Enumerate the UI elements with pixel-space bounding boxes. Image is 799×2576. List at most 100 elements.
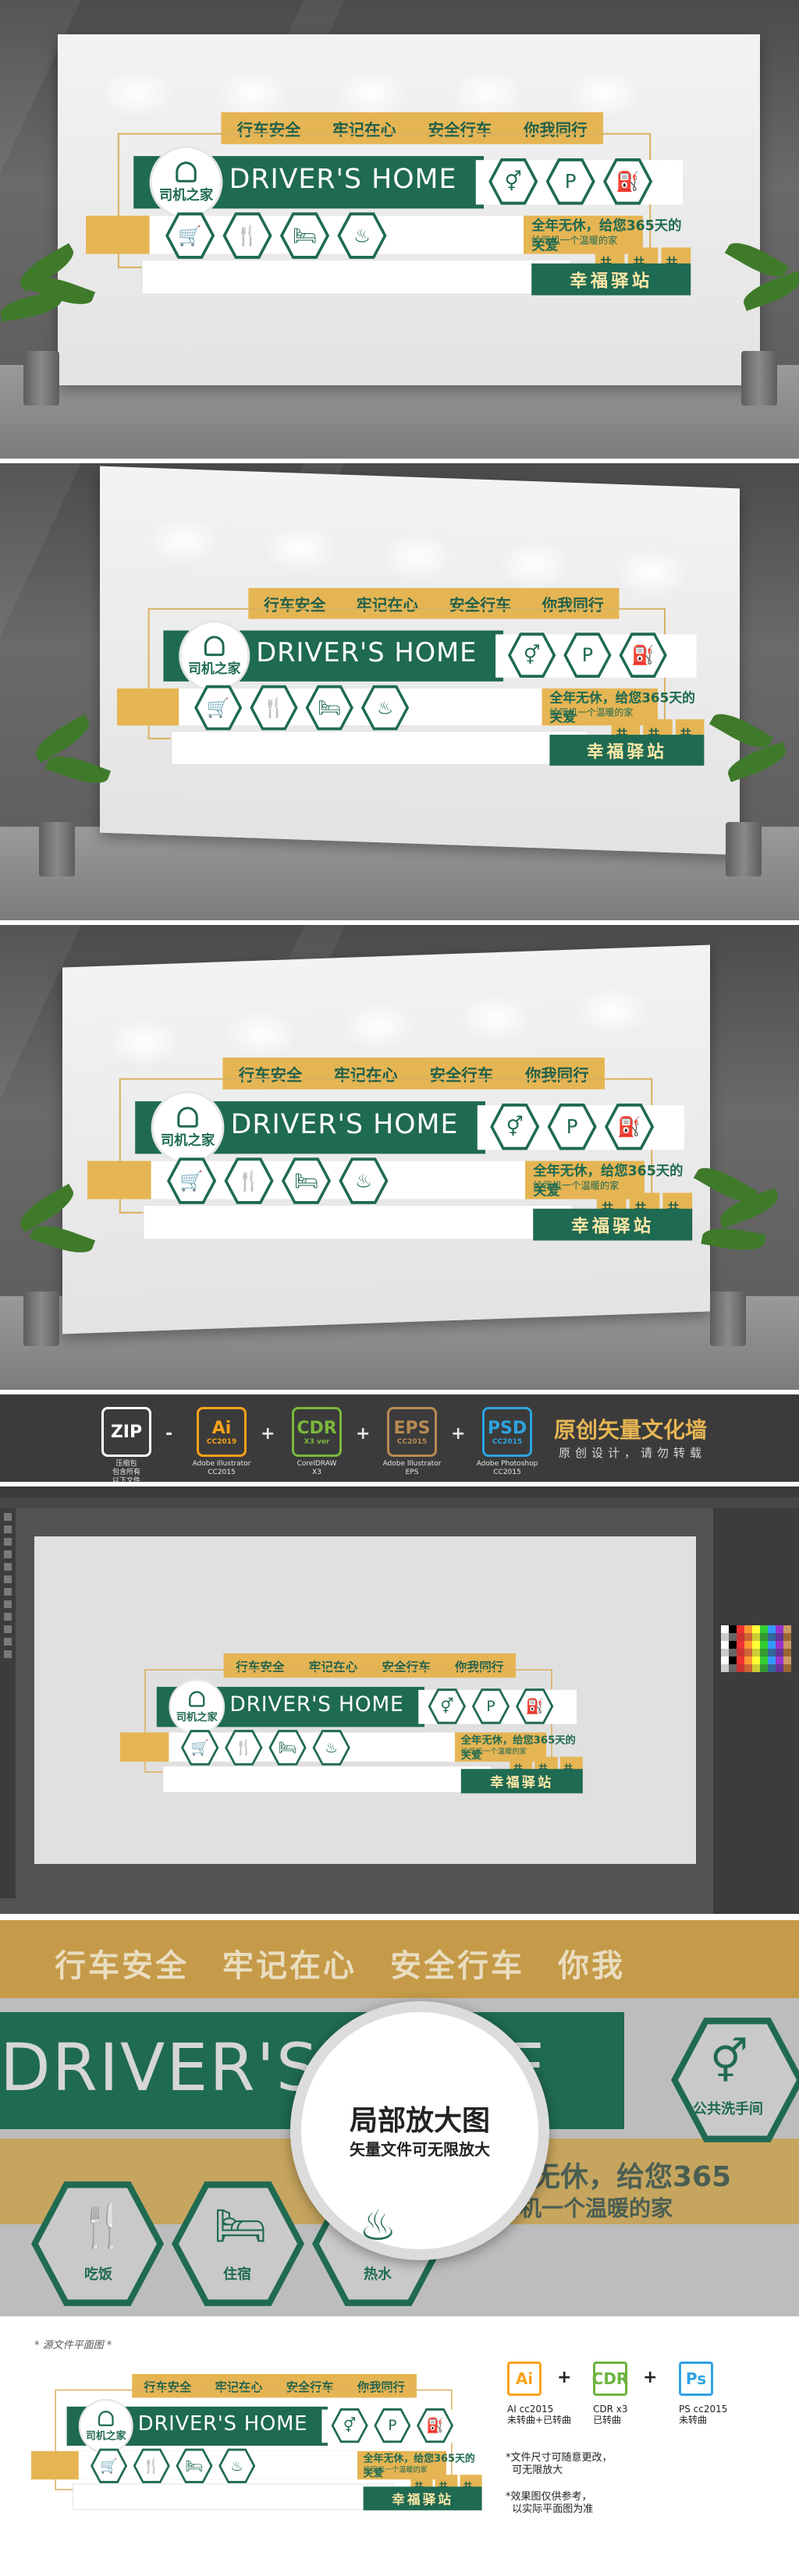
bottom-band — [143, 1204, 574, 1240]
brand-title: DRIVER'S HOME — [256, 637, 478, 668]
artboard[interactable]: 行车安全 牢记在心 安全行车 你我同行 DRIVER'S HOME 司机之家 全年无休，给您… — [34, 1536, 696, 1864]
color-swatch[interactable] — [752, 1633, 760, 1641]
color-swatch[interactable] — [776, 1641, 783, 1649]
color-swatch[interactable] — [776, 1633, 783, 1641]
plus-operator: + — [557, 2368, 572, 2387]
color-swatch[interactable] — [768, 1649, 776, 1657]
rotate-tool-icon[interactable] — [4, 1588, 12, 1596]
format-caption: Adobe Illustrator CC2015 — [192, 1460, 251, 1476]
color-swatch[interactable] — [760, 1657, 768, 1664]
color-swatch[interactable] — [737, 1633, 744, 1641]
color-swatch[interactable] — [768, 1657, 776, 1664]
bed-icon: 🛏 — [185, 2457, 204, 2475]
color-swatch[interactable] — [721, 1649, 729, 1657]
pen-tool-icon[interactable] — [4, 1538, 12, 1546]
color-swatch[interactable] — [752, 1641, 760, 1649]
type-tool-icon[interactable] — [4, 1550, 12, 1558]
software-caption: PS cc2015 未转曲 — [679, 2404, 728, 2425]
swatches-panel[interactable] — [713, 1508, 799, 1914]
color-swatch[interactable] — [776, 1649, 783, 1657]
color-swatch[interactable] — [768, 1625, 776, 1633]
direct-select-tool-icon[interactable] — [4, 1525, 12, 1533]
restroom-icon: ⚥ — [523, 644, 541, 666]
color-swatch[interactable] — [752, 1664, 760, 1672]
selection-tool-icon[interactable] — [4, 1513, 12, 1521]
color-swatch[interactable] — [783, 1633, 791, 1641]
restroom-icon: ⚥ — [506, 1115, 524, 1139]
color-swatch[interactable] — [729, 1633, 737, 1641]
color-swatch[interactable] — [737, 1649, 744, 1657]
parking-icon: P — [486, 1697, 495, 1715]
color-swatch[interactable] — [721, 1664, 729, 1672]
gradient-tool-icon[interactable] — [4, 1613, 12, 1621]
color-swatch[interactable] — [783, 1664, 791, 1672]
color-swatch[interactable] — [744, 1641, 752, 1649]
tools-panel[interactable] — [0, 1508, 16, 1898]
format-name: ZIP — [110, 1422, 143, 1442]
color-swatch[interactable] — [737, 1625, 744, 1633]
color-swatch[interactable] — [729, 1625, 737, 1633]
eyedropper-tool-icon[interactable] — [4, 1625, 12, 1633]
color-swatch[interactable] — [752, 1625, 760, 1633]
hand-tool-icon[interactable] — [4, 1638, 12, 1646]
color-swatch[interactable] — [760, 1641, 768, 1649]
color-swatch[interactable] — [744, 1664, 752, 1672]
color-swatch[interactable] — [783, 1625, 791, 1633]
color-swatch[interactable] — [729, 1641, 737, 1649]
color-swatch[interactable] — [760, 1649, 768, 1657]
fuel-icon: ⛽ — [525, 1697, 544, 1715]
bed-label: 住宿 — [223, 2266, 251, 2283]
color-swatch[interactable] — [721, 1625, 729, 1633]
color-swatch[interactable] — [737, 1641, 744, 1649]
color-swatch[interactable] — [744, 1657, 752, 1664]
color-swatch[interactable] — [768, 1633, 776, 1641]
shape-tool-icon[interactable] — [4, 1563, 12, 1571]
color-swatch[interactable] — [729, 1649, 737, 1657]
restroom-icon: ⚥ — [504, 170, 522, 193]
color-swatch[interactable] — [721, 1657, 729, 1664]
color-swatch[interactable] — [783, 1641, 791, 1649]
color-swatch[interactable] — [737, 1657, 744, 1664]
color-swatch[interactable] — [776, 1657, 783, 1664]
format-version: X3 ver — [304, 1437, 330, 1446]
culture-wall-sign: 行车安全 牢记在心 安全行车 你我同行 DRIVER'S HOME 司机之家 全年无休，给您… — [86, 112, 691, 319]
zoom-slogans: 行车安全 牢记在心 安全行车 你我 — [55, 1948, 625, 1984]
format-operator: + — [451, 1424, 466, 1444]
brush-tool-icon[interactable] — [4, 1575, 12, 1583]
zoom-tool-icon[interactable] — [4, 1650, 12, 1658]
color-swatch[interactable] — [776, 1625, 783, 1633]
color-swatch[interactable] — [721, 1641, 729, 1649]
menu-bar[interactable] — [0, 1486, 799, 1497]
color-swatch[interactable] — [752, 1649, 760, 1657]
color-swatch[interactable] — [744, 1633, 752, 1641]
color-swatch[interactable] — [783, 1649, 791, 1657]
color-swatch[interactable] — [737, 1664, 744, 1672]
color-swatch[interactable] — [729, 1657, 737, 1664]
software-caption: CDR x3 已转曲 — [593, 2404, 628, 2425]
color-swatch[interactable] — [760, 1664, 768, 1672]
control-bar[interactable] — [0, 1497, 799, 1508]
bottom-band — [141, 259, 572, 295]
dining-icon: 🍴 — [235, 224, 260, 247]
strip-subtitle: 原创设计，请勿转载 — [559, 1446, 707, 1460]
culture-wall-sign: 行车安全 牢记在心 安全行车 你我同行 DRIVER'S HOME 司机之家 全年无休，给您… — [87, 1058, 693, 1264]
color-swatch[interactable] — [729, 1664, 737, 1672]
color-swatch[interactable] — [760, 1633, 768, 1641]
color-swatch[interactable] — [744, 1625, 752, 1633]
color-swatch[interactable] — [744, 1649, 752, 1657]
format-operator: - — [165, 1424, 173, 1444]
color-swatch[interactable] — [768, 1664, 776, 1672]
bottom-band — [73, 2483, 393, 2510]
color-swatch[interactable] — [776, 1664, 783, 1672]
color-swatch[interactable] — [768, 1641, 776, 1649]
color-swatch[interactable] — [721, 1633, 729, 1641]
color-swatch[interactable] — [760, 1625, 768, 1633]
color-swatch[interactable] — [783, 1657, 791, 1664]
hot-water-label: 热水 — [364, 2266, 392, 2283]
color-swatch[interactable] — [752, 1657, 760, 1664]
scale-tool-icon[interactable] — [4, 1600, 12, 1608]
fuel-icon: ⛽ — [631, 644, 655, 666]
fuel-icon: ⛽ — [617, 1115, 641, 1139]
dining-icon: 🍴 — [236, 1169, 261, 1192]
swatch-grid[interactable] — [721, 1625, 791, 1672]
